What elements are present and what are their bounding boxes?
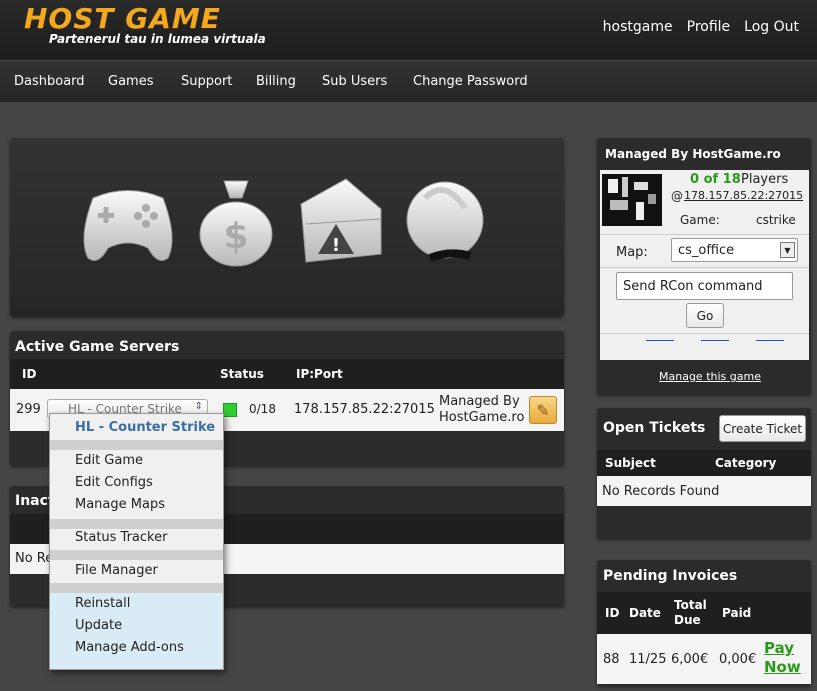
menu-status-tracker[interactable]: Status Tracker bbox=[75, 530, 167, 545]
invoices-title: Pending Invoices bbox=[603, 568, 738, 584]
col-status: Status bbox=[220, 367, 264, 381]
game-label: Game: bbox=[680, 213, 720, 227]
money-bag-icon[interactable]: $ bbox=[196, 176, 276, 268]
pencil-icon: ✎ bbox=[536, 400, 550, 420]
tickets-no-records: No Records Found bbox=[602, 484, 720, 499]
rcon-input[interactable]: Send RCon command bbox=[616, 272, 793, 300]
profile-link[interactable]: Profile bbox=[687, 19, 731, 35]
nav-billing[interactable]: Billing bbox=[256, 74, 296, 89]
managed-by-line2: HostGame.ro bbox=[439, 410, 525, 425]
active-servers-header: ID Status IP:Port bbox=[10, 359, 564, 389]
invoice-date: 11/25 bbox=[629, 652, 667, 667]
menu-separator bbox=[50, 440, 223, 450]
logo[interactable]: HOST GAME bbox=[24, 2, 221, 35]
pay-now-line2[interactable]: Now bbox=[764, 658, 801, 676]
divider bbox=[600, 234, 809, 235]
active-servers-title: Active Game Servers bbox=[15, 339, 180, 355]
blank-link[interactable] bbox=[756, 340, 784, 341]
menu-update[interactable]: Update bbox=[75, 618, 122, 633]
nav-dashboard[interactable]: Dashboard bbox=[14, 74, 85, 89]
menu-manage-maps[interactable]: Manage Maps bbox=[75, 497, 165, 512]
menu-manage-addons[interactable]: Manage Add-ons bbox=[75, 640, 184, 655]
map-select[interactable]: cs_office ▼ bbox=[671, 238, 798, 262]
gamepad-icon[interactable] bbox=[78, 178, 178, 268]
menu-file-manager[interactable]: File Manager bbox=[75, 563, 158, 578]
tickets-title: Open Tickets bbox=[603, 420, 706, 436]
players-label: Players bbox=[741, 172, 789, 187]
col-category: Category bbox=[715, 456, 777, 470]
menu-separator bbox=[50, 550, 223, 560]
nav-sub-users[interactable]: Sub Users bbox=[322, 74, 387, 89]
svg-text:$: $ bbox=[223, 216, 248, 257]
create-ticket-button[interactable]: Create Ticket bbox=[719, 415, 806, 442]
players-count: 0 of 18 bbox=[690, 172, 741, 187]
server-address-link[interactable]: 178.157.85.22:27015 bbox=[684, 189, 803, 202]
user-links: hostgame Profile Log Out bbox=[603, 19, 799, 35]
invoice-total: 6,00€ bbox=[671, 652, 709, 667]
nav-change-password[interactable]: Change Password bbox=[413, 74, 528, 89]
menu-separator bbox=[50, 583, 223, 593]
edit-button[interactable]: ✎ bbox=[529, 396, 557, 424]
pay-now-line1[interactable]: Pay bbox=[764, 639, 794, 657]
map-select-value: cs_office bbox=[678, 242, 735, 258]
invoice-paid: 0,00€ bbox=[719, 652, 757, 667]
tickets-header: Subject Category bbox=[597, 450, 811, 476]
invoices-header: ID Date Total Due Paid bbox=[597, 592, 811, 634]
managed-server-panel: Managed By HostGame.ro 0 of 18 Players @… bbox=[597, 138, 811, 394]
logo-tagline: Partenerul tau in lumea virtuala bbox=[49, 32, 266, 46]
open-tickets-panel: Open Tickets Create Ticket Subject Categ… bbox=[597, 408, 811, 538]
divider bbox=[600, 267, 809, 268]
main-nav: Dashboard Games Support Billing Sub User… bbox=[0, 60, 817, 102]
col-paid: Paid bbox=[722, 606, 752, 620]
menu-edit-game[interactable]: Edit Game bbox=[75, 453, 143, 468]
blank-link[interactable] bbox=[646, 340, 674, 341]
quick-icons-panel: $ ! bbox=[10, 138, 564, 316]
invoice-id: 88 bbox=[603, 652, 620, 667]
col-total-line2: Due bbox=[674, 613, 701, 627]
support-globe-icon[interactable] bbox=[405, 178, 489, 268]
map-label: Map: bbox=[616, 245, 648, 260]
nav-support[interactable]: Support bbox=[181, 74, 232, 89]
server-ipport: 178.157.85.22:27015 bbox=[294, 402, 435, 417]
menu-reinstall[interactable]: Reinstall bbox=[75, 596, 130, 611]
select-arrows-icon: ⇕ bbox=[194, 401, 203, 412]
pending-invoices-panel: Pending Invoices ID Date Total Due Paid … bbox=[597, 560, 811, 685]
col-date: Date bbox=[629, 606, 661, 620]
managed-title: Managed By HostGame.ro bbox=[605, 147, 781, 161]
status-indicator bbox=[223, 403, 237, 417]
chevron-down-icon: ▼ bbox=[780, 242, 795, 258]
map-thumbnail-image bbox=[608, 177, 656, 220]
logout-link[interactable]: Log Out bbox=[744, 19, 799, 35]
col-ipport: IP:Port bbox=[296, 367, 343, 381]
tickets-empty-row: No Records Found bbox=[597, 476, 811, 506]
nav-games[interactable]: Games bbox=[108, 74, 153, 89]
ticket-alert-icon[interactable]: ! bbox=[296, 174, 386, 268]
managed-body: 0 of 18 Players @ 178.157.85.22:27015 Ga… bbox=[600, 170, 809, 360]
col-id: ID bbox=[22, 367, 37, 381]
blank-link[interactable] bbox=[701, 340, 729, 341]
manage-game-link[interactable]: Manage this game bbox=[659, 370, 761, 383]
server-id: 299 bbox=[16, 402, 41, 417]
rcon-input-text: Send RCon command bbox=[623, 278, 763, 294]
username: hostgame bbox=[602, 19, 673, 35]
col-invoice-id: ID bbox=[605, 606, 620, 620]
svg-text:!: ! bbox=[332, 235, 340, 256]
managed-by-line1: Managed By bbox=[439, 394, 520, 409]
col-total-line1: Total bbox=[674, 598, 707, 612]
divider bbox=[600, 333, 809, 334]
menu-separator bbox=[50, 519, 223, 529]
game-action-menu: HL - Counter Strike Edit Game Edit Confi… bbox=[49, 413, 224, 670]
table-row: 88 11/25 6,00€ 0,00€ Pay Now bbox=[597, 634, 811, 684]
map-thumbnail[interactable] bbox=[602, 174, 662, 226]
header: HOST GAME Partenerul tau in lumea virtua… bbox=[0, 0, 817, 60]
game-value: cstrike bbox=[756, 213, 796, 227]
col-subject: Subject bbox=[605, 456, 656, 470]
menu-header[interactable]: HL - Counter Strike bbox=[75, 420, 215, 435]
address-at: @ bbox=[671, 189, 683, 203]
go-button[interactable]: Go bbox=[686, 303, 724, 328]
player-count: 0/18 bbox=[249, 402, 276, 416]
menu-edit-configs[interactable]: Edit Configs bbox=[75, 475, 153, 490]
